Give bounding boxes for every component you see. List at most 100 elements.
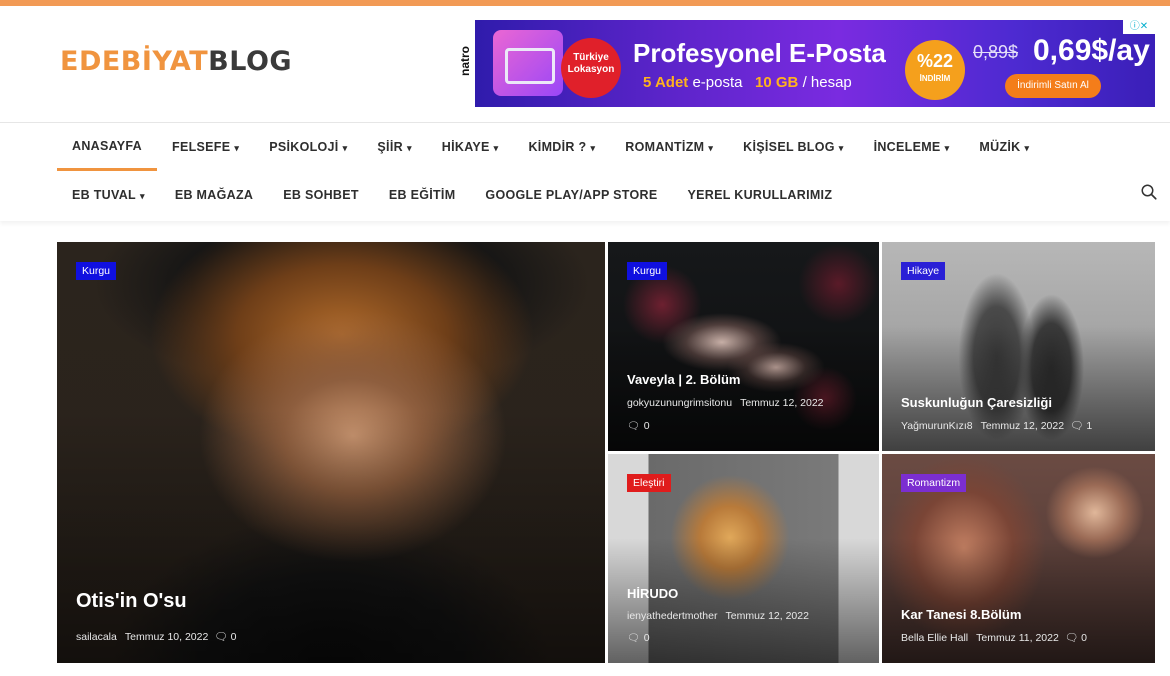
ad-sub-text1: e-posta — [692, 74, 743, 91]
ad-title: Profesyonel E-Posta — [633, 38, 886, 68]
caret-down-icon: ▾ — [708, 143, 714, 153]
nav-item-siir[interactable]: ŞİİR ▾ — [362, 123, 426, 171]
caret-down-icon: ▾ — [234, 143, 240, 153]
nav-label: PSİKOLOJİ — [269, 140, 339, 154]
nav-item-felsefe[interactable]: FELSEFE ▾ — [157, 123, 254, 171]
logo-part-2: BLOG — [208, 46, 293, 77]
nav-label: KİŞİSEL BLOG — [743, 140, 835, 154]
post-author[interactable]: sailacala — [76, 631, 117, 643]
nav-item-kisisel-blog[interactable]: KİŞİSEL BLOG ▾ — [728, 123, 858, 171]
ad-subtitle: 5 Adet e-posta 10 GB / hesap — [643, 74, 852, 91]
category-badge[interactable]: Kurgu — [76, 262, 117, 280]
post-title[interactable]: HİRUDO — [627, 586, 678, 601]
nav-label: EB MAĞAZA — [174, 188, 254, 202]
nav-item-eb-sohbet[interactable]: EB SOHBET — [268, 171, 374, 219]
comment-icon: 🗨 — [627, 421, 640, 432]
ad-close-icon[interactable]: ⓘ✕ — [1123, 20, 1155, 34]
nav-label: MÜZİK — [979, 140, 1021, 154]
ad-sub-size: 10 GB — [755, 74, 799, 91]
nav-row-2: EB TUVAL ▾ EB MAĞAZA EB SOHBET EB EĞİTİM … — [57, 171, 847, 219]
post-date: Temmuz 12, 2022 — [980, 420, 1065, 432]
comment-count: 0 — [643, 420, 650, 432]
nav-item-eb-egitim[interactable]: EB EĞİTİM — [374, 171, 471, 219]
post-meta: ienyathedertmother Temmuz 12, 2022 — [627, 610, 809, 622]
category-badge[interactable]: Kurgu — [627, 262, 668, 280]
nav-item-romantizm[interactable]: ROMANTİZM ▾ — [610, 123, 728, 171]
ad-discount-value: %22 — [916, 51, 954, 71]
featured-post-card[interactable]: Eleştiri HİRUDO ienyathedertmother Temmuz… — [608, 454, 879, 663]
caret-down-icon: ▾ — [493, 143, 499, 153]
nav-item-eb-magaza[interactable]: EB MAĞAZA — [160, 171, 268, 219]
image-shade — [57, 410, 605, 663]
category-badge[interactable]: Romantizm — [901, 474, 967, 492]
comment-icon: 🗨 — [627, 633, 640, 644]
ad-location-badge: Türkiye Lokasyon — [561, 38, 621, 98]
featured-post-card[interactable]: Hikaye Suskunluğun Çaresizliği YağmurunK… — [882, 242, 1155, 451]
ad-old-price: 0,89$ — [973, 42, 1019, 62]
site-header: EDEBİYATBLOG natro Türkiye Lokasyon Prof… — [0, 6, 1170, 122]
post-author[interactable]: gokyuzunungrimsitonu — [627, 397, 732, 409]
nav-item-google-play[interactable]: GOOGLE PLAY/APP STORE — [470, 171, 672, 219]
post-meta: YağmurunKızı8 Temmuz 12, 2022 🗨 1 — [901, 419, 1092, 432]
ad-new-price: 0,69$/ay — [1033, 34, 1150, 67]
nav-label: YEREL KURULLARIMIZ — [687, 188, 833, 202]
nav-label: HİKAYE — [441, 140, 490, 154]
nav-item-muzik[interactable]: MÜZİK ▾ — [964, 123, 1044, 171]
site-logo[interactable]: EDEBİYATBLOG — [60, 46, 292, 77]
nav-item-yerel-kurullarimiz[interactable]: YEREL KURULLARIMIZ — [673, 171, 848, 219]
nav-item-inceleme[interactable]: İNCELEME ▾ — [859, 123, 965, 171]
nav-label: FELSEFE — [172, 140, 231, 154]
featured-posts-grid: Kurgu Otis'in O'su sailacala Temmuz 10, 2… — [57, 242, 1155, 663]
post-meta: Bella Ellie Hall Temmuz 11, 2022 🗨 0 — [901, 631, 1087, 644]
post-date: Temmuz 12, 2022 — [725, 610, 809, 622]
post-title[interactable]: Suskunluğun Çaresizliği — [901, 395, 1052, 410]
category-badge[interactable]: Hikaye — [901, 262, 946, 280]
ad-location-text: Türkiye Lokasyon — [567, 52, 615, 75]
comment-icon: 🗨 — [1064, 632, 1079, 644]
post-date: Temmuz 12, 2022 — [740, 397, 824, 409]
category-badge[interactable]: Eleştiri — [627, 474, 671, 492]
nav-item-hikaye[interactable]: HİKAYE ▾ — [427, 123, 514, 171]
featured-post-card[interactable]: Kurgu Vaveyla | 2. Bölüm gokyuzunungrims… — [608, 242, 879, 451]
envelope-icon — [493, 30, 563, 96]
nav-label: KİMDİR ? — [528, 140, 587, 154]
post-author[interactable]: Bella Ellie Hall — [901, 632, 968, 644]
post-title[interactable]: Vaveyla | 2. Bölüm — [627, 372, 740, 387]
post-comments[interactable]: 🗨 0 — [627, 632, 650, 644]
nav-item-anasayfa[interactable]: ANASAYFA — [57, 123, 158, 171]
caret-down-icon: ▾ — [342, 143, 348, 153]
caret-down-icon: ▾ — [838, 143, 844, 153]
post-author[interactable]: YağmurunKızı8 — [901, 420, 973, 432]
caret-down-icon: ▾ — [590, 143, 596, 153]
nav-item-eb-tuval[interactable]: EB TUVAL ▾ — [57, 171, 160, 219]
nav-label: İNCELEME — [873, 140, 941, 154]
post-title[interactable]: Otis'in O'su — [76, 590, 187, 613]
image-shade — [882, 325, 1155, 451]
nav-label: EB SOHBET — [283, 188, 359, 202]
caret-down-icon: ▾ — [944, 143, 950, 153]
nav-item-psikoloji[interactable]: PSİKOLOJİ ▾ — [254, 123, 362, 171]
nav-label: ROMANTİZM — [625, 140, 705, 154]
featured-post-card[interactable]: Romantizm Kar Tanesi 8.Bölüm Bella Ellie… — [882, 454, 1155, 663]
caret-down-icon: ▾ — [1024, 143, 1030, 153]
caret-down-icon: ▾ — [406, 143, 412, 153]
search-icon[interactable] — [1140, 183, 1164, 207]
nav-item-kimdir[interactable]: KİMDİR ? ▾ — [513, 123, 610, 171]
post-date: Temmuz 10, 2022 — [124, 631, 209, 643]
comment-count[interactable]: 0 — [1081, 632, 1087, 644]
post-meta: gokyuzunungrimsitonu Temmuz 12, 2022 — [627, 397, 824, 409]
nav-label: GOOGLE PLAY/APP STORE — [485, 188, 658, 202]
ad-discount-label: İNDİRİM — [919, 74, 951, 83]
ad-cta-button[interactable]: İndirimli Satın Al — [1005, 74, 1101, 98]
comment-icon: 🗨 — [1070, 420, 1084, 432]
post-comments[interactable]: 🗨 0 — [627, 420, 650, 432]
image-shade — [608, 325, 879, 451]
nav-label: ANASAYFA — [72, 139, 143, 153]
comment-count[interactable]: 0 — [231, 631, 237, 643]
post-meta: sailacala Temmuz 10, 2022 🗨 0 — [76, 630, 236, 643]
post-title[interactable]: Kar Tanesi 8.Bölüm — [901, 607, 1021, 622]
ad-banner[interactable]: natro Türkiye Lokasyon Profesyonel E-Pos… — [453, 20, 1155, 107]
post-author[interactable]: ienyathedertmother — [627, 610, 717, 622]
comment-count[interactable]: 1 — [1086, 420, 1092, 432]
featured-post-card[interactable]: Kurgu Otis'in O'su sailacala Temmuz 10, 2… — [57, 242, 605, 663]
